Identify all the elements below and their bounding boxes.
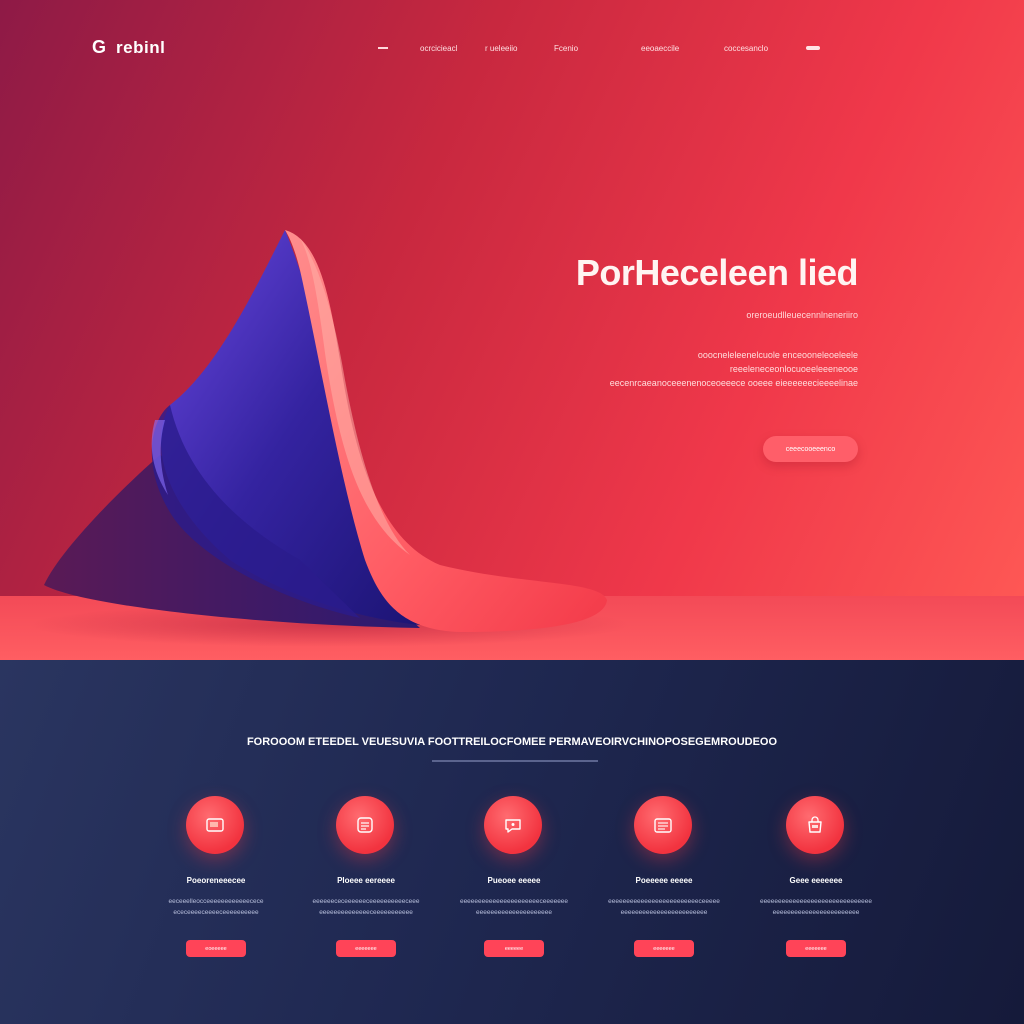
card-description: eeeeeececeeeeeeceeeeeeeeeeceee eeeeeeeee… [312,898,420,916]
card-description: eeeeeeeeeeeeeeeeeeeeeeeeeeeeeee eeeeeeee… [759,898,873,916]
top-nav: ocrcicieacl r ueleeiio Fcenio eeoaeccile… [0,44,1024,56]
card-title: Pueoee eeeee [487,876,541,885]
card-description: eeceeelleocceeeeeeeeeeeecece ececeeeecee… [168,898,264,916]
hero-subtitle: oreroeudlleuecennlneneriiro [746,310,858,320]
feature-card: Pueoee eeeee eeeeeeeeeeeeeeeeeeeeeeceeee… [444,796,584,966]
card-description: eeeeeeeeeeeeeeeeeeeeeeeeeceeeee eeeeeeee… [608,898,720,916]
card-title: Ploeee eereeee [337,876,395,885]
nav-item-4[interactable]: eeoaeccile [641,44,679,53]
document-icon [634,796,692,854]
hero-sculpture-illustration [30,230,630,647]
card-title: Poeeeee eeeee [635,876,693,885]
nav-item-1[interactable]: ocrcicieacl [420,44,457,53]
card-button[interactable]: eoeeeee [186,940,246,957]
nav-item-5[interactable]: coccesanclo [724,44,768,53]
feature-card: Poeeeee eeeee eeeeeeeeeeeeeeeeeeeeeeeeec… [594,796,734,966]
nav-menu-toggle[interactable] [806,46,820,50]
card-button[interactable]: eeeeeee [786,940,846,957]
nav-item-3[interactable]: Fcenio [554,44,578,53]
nav-item-2[interactable]: r ueleeiio [485,44,517,53]
card-button[interactable]: eeeeeee [634,940,694,957]
feature-card: Poeoreneeecee eeceeelleocceeeeeeeeeeeece… [146,796,286,966]
card-title: Poeoreneeecee [186,876,246,885]
heading-divider [432,760,598,762]
chat-icon [484,796,542,854]
hero-section: G rebinl ocrcicieacl r ueleeiio Fcenio e… [0,0,1024,660]
features-heading: FOROOOM ETEEDEL VEUESUVIA FOOTTREILOCFOM… [246,736,778,748]
hero-cta-button[interactable]: ceeecooeeenco [763,436,858,462]
feature-card: Geee eeeeeee eeeeeeeeeeeeeeeeeeeeeeeeeee… [746,796,886,966]
list-icon [336,796,394,854]
hero-body-text: ooocneleleenelcuole enceooneleoeleele re… [609,350,858,388]
card-title: Geee eeeeeee [789,876,843,885]
card-description: eeeeeeeeeeeeeeeeeeeeeeceeeeeee eeeeeeeee… [459,898,569,916]
bag-icon [786,796,844,854]
features-section: FOROOOM ETEEDEL VEUESUVIA FOOTTREILOCFOM… [0,660,1024,1024]
hero-title: PorHeceleen lied [575,252,859,293]
feature-card: Ploeee eereeee eeeeeececeeeeeeceeeeeeeee… [296,796,436,966]
card-icon [186,796,244,854]
menu-dash-icon[interactable] [378,47,388,49]
card-button[interactable]: eeeeee [484,940,544,957]
card-button[interactable]: eeeeeee [336,940,396,957]
